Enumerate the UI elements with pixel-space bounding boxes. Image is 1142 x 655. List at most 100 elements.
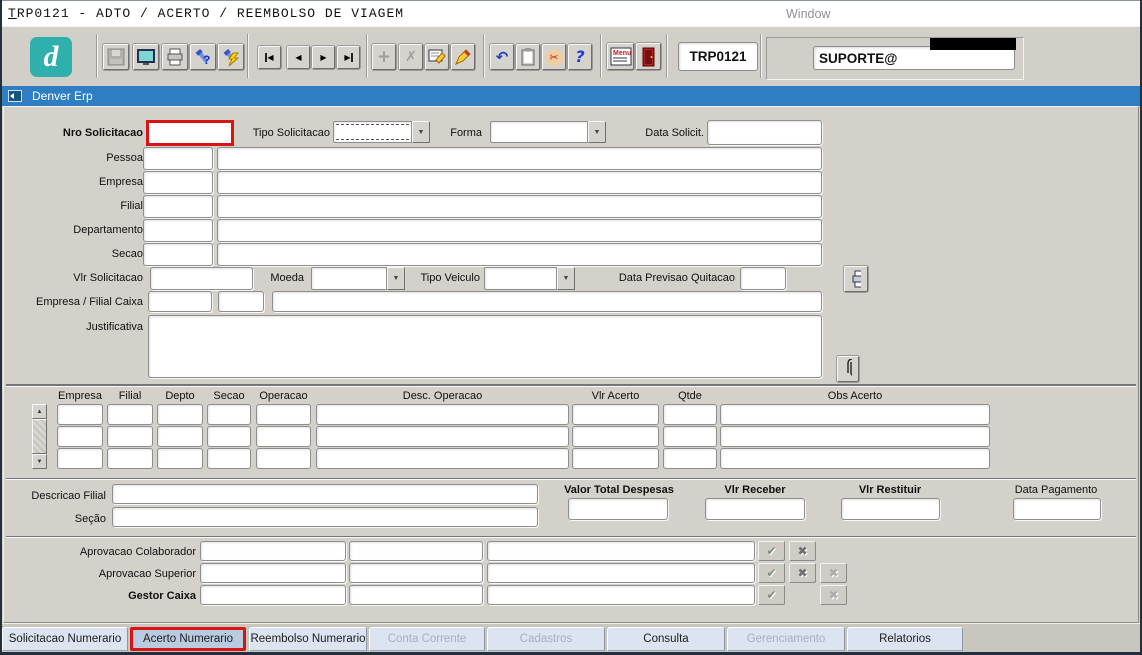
tipo-veiculo-combo[interactable]: ▼: [484, 267, 575, 290]
cancelar-superior-button[interactable]: ✖: [820, 563, 847, 583]
tab-consulta[interactable]: Consulta: [607, 627, 725, 651]
menu-button[interactable]: Menu: [607, 43, 634, 70]
paste-button[interactable]: [516, 44, 540, 70]
aprovacao-colaborador-data-input[interactable]: [349, 541, 483, 561]
chevron-down-icon[interactable]: ▼: [588, 121, 606, 143]
filial-desc-input[interactable]: [217, 195, 822, 218]
aprovar-gestor-button[interactable]: ✔: [758, 585, 785, 605]
rejeitar-superior-button[interactable]: ✖: [789, 563, 816, 583]
grid-cell[interactable]: [572, 404, 659, 425]
forma-combo[interactable]: ▼: [490, 121, 606, 143]
grid-cell[interactable]: [256, 448, 311, 469]
next-record-button[interactable]: ▶: [312, 46, 335, 69]
empresa-code-input[interactable]: [143, 171, 213, 194]
insert-record-button[interactable]: +: [372, 44, 396, 70]
first-record-button[interactable]: ◀: [258, 46, 281, 69]
descricao-filial-input[interactable]: [112, 484, 538, 504]
gestor-caixa-data-input[interactable]: [349, 585, 483, 605]
secao-desc-input[interactable]: [217, 243, 822, 266]
tab-cadastros[interactable]: Cadastros: [487, 627, 605, 651]
grid-scrollbar[interactable]: ▲ ▼: [32, 404, 47, 469]
edit-record-button[interactable]: [425, 44, 449, 70]
aprovacao-colaborador-nome-input[interactable]: [200, 541, 346, 561]
shortcut-button[interactable]: ✂: [542, 44, 566, 70]
print-button[interactable]: [162, 44, 188, 70]
grid-cell[interactable]: [157, 448, 203, 469]
data-pagamento-input[interactable]: [1013, 498, 1101, 520]
grid-cell[interactable]: [316, 404, 569, 425]
exit-button[interactable]: [636, 43, 661, 70]
tab-conta-corrente[interactable]: Conta Corrente: [369, 627, 485, 651]
menu-window[interactable]: Window: [786, 7, 830, 21]
tab-acerto-numerario[interactable]: Acerto Numerario: [130, 627, 246, 651]
tab-gerenciamento[interactable]: Gerenciamento: [727, 627, 845, 651]
grid-cell[interactable]: [720, 426, 990, 447]
display-button[interactable]: [133, 44, 159, 70]
tipo-solicitacao-combo[interactable]: ▼: [333, 121, 430, 143]
tipo-solicitacao-value[interactable]: [333, 121, 412, 143]
tipo-veiculo-value[interactable]: [484, 267, 557, 290]
grid-cell[interactable]: [157, 404, 203, 425]
help-button[interactable]: ?: [568, 44, 592, 70]
grid-cell[interactable]: [572, 448, 659, 469]
grid-cell[interactable]: [207, 404, 251, 425]
chevron-down-icon[interactable]: ▼: [387, 267, 405, 290]
vlr-solicitacao-input[interactable]: [150, 267, 253, 290]
last-record-button[interactable]: ▶: [337, 46, 360, 69]
grid-cell[interactable]: [107, 404, 153, 425]
secao-code-input[interactable]: [143, 243, 213, 266]
aprovacao-superior-data-input[interactable]: [349, 563, 483, 583]
grid-cell[interactable]: [107, 448, 153, 469]
empresa-desc-input[interactable]: [217, 171, 822, 194]
grid-cell[interactable]: [57, 426, 103, 447]
aprovacao-colaborador-obs-input[interactable]: [487, 541, 755, 561]
delete-record-button[interactable]: ✗: [399, 44, 423, 70]
grid-cell[interactable]: [207, 426, 251, 447]
justificativa-textarea[interactable]: [148, 315, 822, 378]
module-code-field[interactable]: TRP0121: [678, 42, 758, 71]
grid-cell[interactable]: [720, 448, 990, 469]
aprovar-superior-button[interactable]: ✔: [758, 563, 785, 583]
clear-record-button[interactable]: [451, 44, 475, 70]
grid-cell[interactable]: [107, 426, 153, 447]
previous-record-button[interactable]: ◀: [287, 46, 310, 69]
scroll-down-button[interactable]: ▼: [32, 454, 47, 469]
aprovacao-superior-obs-input[interactable]: [487, 563, 755, 583]
filial-code-input[interactable]: [143, 195, 213, 218]
secao-totals-input[interactable]: [112, 507, 538, 527]
moeda-value[interactable]: [311, 267, 387, 290]
scrollbar-thumb[interactable]: [32, 419, 47, 454]
pessoa-desc-input[interactable]: [217, 147, 822, 170]
grid-cell[interactable]: [256, 426, 311, 447]
grid-cell[interactable]: [663, 404, 717, 425]
empresa-caixa-input[interactable]: [148, 291, 212, 312]
aprovar-colaborador-button[interactable]: ✔: [758, 541, 785, 561]
save-button[interactable]: [103, 44, 129, 70]
grid-cell[interactable]: [256, 404, 311, 425]
aprovacao-superior-nome-input[interactable]: [200, 563, 346, 583]
chevron-down-icon[interactable]: ▼: [557, 267, 575, 290]
data-previsao-quitacao-input[interactable]: [740, 267, 786, 290]
undo-button[interactable]: ↶: [490, 44, 514, 70]
grid-cell[interactable]: [316, 426, 569, 447]
print-request-button[interactable]: [844, 266, 868, 292]
grid-cell[interactable]: [157, 426, 203, 447]
valor-total-despesas-input[interactable]: [568, 498, 668, 520]
attachment-button[interactable]: [837, 356, 859, 382]
gestor-caixa-nome-input[interactable]: [200, 585, 346, 605]
grid-cell[interactable]: [663, 448, 717, 469]
pessoa-code-input[interactable]: [143, 147, 213, 170]
vlr-restituir-input[interactable]: [841, 498, 940, 520]
rejeitar-colaborador-button[interactable]: ✖: [789, 541, 816, 561]
tab-reembolso-numerario[interactable]: Reembolso Numerario: [249, 627, 367, 651]
caixa-desc-input[interactable]: [272, 291, 822, 312]
enter-query-button[interactable]: ?: [190, 44, 216, 70]
scroll-up-button[interactable]: ▲: [32, 404, 47, 419]
cancelar-gestor-button[interactable]: ✖: [820, 585, 847, 605]
departamento-desc-input[interactable]: [217, 219, 822, 242]
grid-cell[interactable]: [572, 426, 659, 447]
chevron-down-icon[interactable]: ▼: [412, 121, 430, 143]
grid-cell[interactable]: [207, 448, 251, 469]
execute-query-button[interactable]: [218, 44, 244, 70]
data-solicit-input[interactable]: [707, 120, 822, 145]
